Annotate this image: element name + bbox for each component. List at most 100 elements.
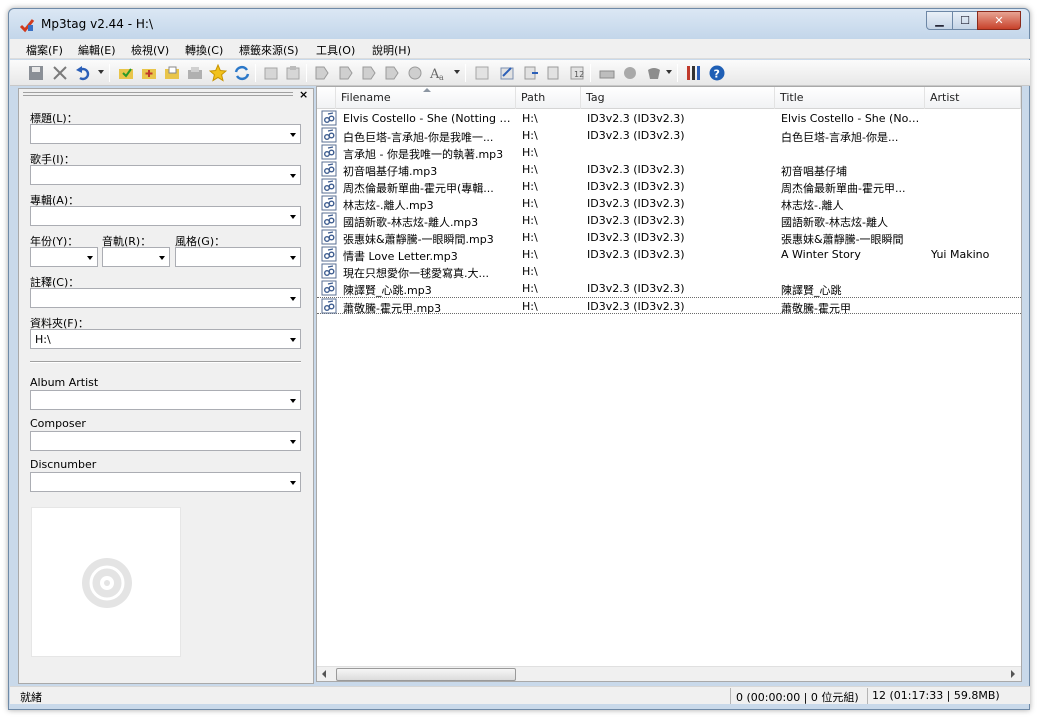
chevron-down-icon[interactable] bbox=[290, 256, 296, 260]
column-path[interactable]: Path bbox=[516, 87, 581, 109]
composer-combo[interactable] bbox=[30, 431, 301, 451]
table-row[interactable]: 蕭敬騰-霍元甲.mp3 H:\ ID3v2.3 (ID3v2.3) 蕭敬騰-霍元甲 bbox=[317, 297, 1021, 315]
table-row[interactable]: 現在只想愛你一毬愛寫真.大... H:\ bbox=[317, 263, 1021, 280]
cell-title: 周杰倫最新單曲-霍元甲... bbox=[781, 182, 906, 195]
table-row[interactable]: Elvis Costello - She (Notting Hill ... H:… bbox=[317, 110, 1021, 127]
refresh-icon[interactable] bbox=[233, 64, 251, 82]
album-artist-combo[interactable] bbox=[30, 390, 301, 410]
change-directory-icon[interactable] bbox=[117, 64, 135, 82]
undo-icon[interactable] bbox=[75, 64, 93, 82]
chevron-down-icon[interactable] bbox=[290, 133, 296, 137]
panel-grip[interactable] bbox=[23, 92, 293, 96]
playlist-icon[interactable] bbox=[545, 64, 563, 82]
year-combo[interactable] bbox=[30, 247, 98, 267]
paste-tag-icon[interactable] bbox=[284, 64, 302, 82]
copy-tag-icon[interactable] bbox=[262, 64, 280, 82]
cell-path: H:\ bbox=[522, 197, 538, 210]
chevron-down-icon[interactable] bbox=[290, 399, 296, 403]
table-row[interactable]: 國語新歌-林志炫-離人.mp3 H:\ ID3v2.3 (ID3v2.3) 國語新歌-… bbox=[317, 212, 1021, 229]
freedb-icon[interactable] bbox=[621, 64, 639, 82]
undo-dropdown-icon[interactable] bbox=[98, 70, 104, 74]
edit-icon[interactable] bbox=[473, 64, 491, 82]
table-row[interactable]: 周杰倫最新單曲-霍元甲(專輯... H:\ ID3v2.3 (ID3v2.3) 周杰倫… bbox=[317, 178, 1021, 195]
cell-title: 張惠妹&蕭靜騰-一眼瞬間 bbox=[781, 233, 904, 246]
title-bar[interactable]: Mp3tag v2.44 - H:\ ▁ ☐ ✕ bbox=[9, 9, 1029, 39]
menu-help[interactable]: 說明(H) bbox=[372, 42, 411, 58]
close-button[interactable]: ✕ bbox=[977, 11, 1021, 30]
chevron-down-icon[interactable] bbox=[290, 440, 296, 444]
actions-icon[interactable] bbox=[406, 64, 424, 82]
panel-close-button[interactable]: × bbox=[299, 88, 308, 101]
folder-combo[interactable]: H:\ bbox=[30, 329, 301, 349]
add-directory-icon[interactable] bbox=[140, 64, 158, 82]
chevron-down-icon[interactable] bbox=[290, 297, 296, 301]
filename-to-tag-icon[interactable] bbox=[337, 64, 355, 82]
help-icon[interactable]: ? bbox=[708, 64, 726, 82]
table-row[interactable]: 情書 Love Letter.mp3 H:\ ID3v2.3 (ID3v2.3) A … bbox=[317, 246, 1021, 263]
chevron-down-icon[interactable] bbox=[290, 338, 296, 342]
remove-tag-icon[interactable] bbox=[51, 64, 69, 82]
scrollbar-thumb[interactable] bbox=[336, 668, 516, 681]
title-combo[interactable] bbox=[30, 124, 301, 144]
file-list[interactable]: Filename Path Tag Title Artist Elvis Cos… bbox=[316, 86, 1022, 682]
minimize-button[interactable]: ▁ bbox=[926, 11, 953, 30]
folder-open-icon[interactable] bbox=[186, 64, 204, 82]
maximize-button[interactable]: ☐ bbox=[952, 11, 978, 30]
case-conversion-icon[interactable]: Aa bbox=[429, 64, 447, 82]
extended-tags-icon[interactable] bbox=[498, 64, 516, 82]
web-sources-dropdown-icon[interactable] bbox=[666, 70, 672, 74]
column-title[interactable]: Title bbox=[775, 87, 925, 109]
save-icon[interactable] bbox=[27, 64, 45, 82]
column-tag[interactable]: Tag bbox=[581, 87, 775, 109]
chevron-down-icon[interactable] bbox=[290, 174, 296, 178]
export-icon[interactable] bbox=[522, 64, 540, 82]
genre-combo[interactable] bbox=[175, 247, 301, 267]
favorite-directory-icon[interactable] bbox=[163, 64, 181, 82]
svg-text:a: a bbox=[439, 73, 444, 82]
audio-file-icon bbox=[321, 110, 337, 126]
menu-convert[interactable]: 轉換(C) bbox=[185, 42, 223, 58]
table-row[interactable]: 言承旭 - 你是我唯一的執著.mp3 H:\ bbox=[317, 144, 1021, 161]
scroll-right-icon[interactable] bbox=[1011, 670, 1015, 678]
actions-dropdown-icon[interactable] bbox=[454, 70, 460, 74]
chevron-down-icon[interactable] bbox=[290, 215, 296, 219]
album-combo[interactable] bbox=[30, 206, 301, 226]
table-row[interactable]: 白色巨塔-言承旭-你是我唯一... H:\ ID3v2.3 (ID3v2.3) 白色巨… bbox=[317, 127, 1021, 144]
web-sources-icon[interactable] bbox=[645, 64, 663, 82]
table-row[interactable]: 林志炫-.離人.mp3 H:\ ID3v2.3 (ID3v2.3) 林志炫-.離人 bbox=[317, 195, 1021, 212]
folder-value: H:\ bbox=[35, 333, 51, 346]
cover-art-box[interactable] bbox=[31, 507, 181, 657]
menu-tools[interactable]: 工具(O) bbox=[316, 42, 355, 58]
artist-combo[interactable] bbox=[30, 165, 301, 185]
tag-to-tag-icon[interactable] bbox=[383, 64, 401, 82]
menu-edit[interactable]: 編輯(E) bbox=[78, 42, 116, 58]
menu-tag-sources[interactable]: 標籤來源(S) bbox=[239, 42, 299, 58]
comment-combo[interactable] bbox=[30, 288, 301, 308]
menu-view[interactable]: 檢視(V) bbox=[131, 42, 169, 58]
chevron-down-icon[interactable] bbox=[290, 481, 296, 485]
chevron-down-icon[interactable] bbox=[159, 256, 165, 260]
chevron-down-icon[interactable] bbox=[87, 256, 93, 260]
discnumber-combo[interactable] bbox=[30, 472, 301, 492]
track-combo[interactable] bbox=[102, 247, 170, 267]
cell-title: 白色巨塔-言承旭-你是... bbox=[781, 131, 899, 144]
cd-cover-placeholder-icon bbox=[82, 558, 132, 608]
star-icon[interactable] bbox=[209, 64, 227, 82]
audio-file-icon bbox=[321, 212, 337, 228]
tag-sources-icon[interactable] bbox=[598, 64, 616, 82]
audio-file-icon bbox=[321, 246, 337, 262]
audio-file-icon bbox=[321, 144, 337, 160]
cell-path: H:\ bbox=[522, 146, 538, 159]
column-artist[interactable]: Artist bbox=[925, 87, 1021, 109]
horizontal-scrollbar[interactable] bbox=[317, 666, 1021, 681]
menu-file[interactable]: 檔案(F) bbox=[26, 42, 63, 58]
table-row[interactable]: 陳譯賢_心跳.mp3 H:\ ID3v2.3 (ID3v2.3) 陳譯賢_心跳 bbox=[317, 280, 1021, 297]
table-row[interactable]: 初音唱基仔埔.mp3 H:\ ID3v2.3 (ID3v2.3) 初音唱基仔埔 bbox=[317, 161, 1021, 178]
options-icon[interactable] bbox=[684, 64, 702, 82]
text-file-to-tag-icon[interactable] bbox=[360, 64, 378, 82]
scroll-left-icon[interactable] bbox=[322, 670, 326, 678]
table-row[interactable]: 張惠妹&蕭靜騰-一眼瞬間.mp3 H:\ ID3v2.3 (ID3v2.3) 張惠妹&… bbox=[317, 229, 1021, 246]
tag-to-filename-icon[interactable] bbox=[313, 64, 331, 82]
cell-filename: 林志炫-.離人.mp3 bbox=[343, 199, 434, 212]
numbering-wizard-icon[interactable]: 12 bbox=[568, 64, 586, 82]
